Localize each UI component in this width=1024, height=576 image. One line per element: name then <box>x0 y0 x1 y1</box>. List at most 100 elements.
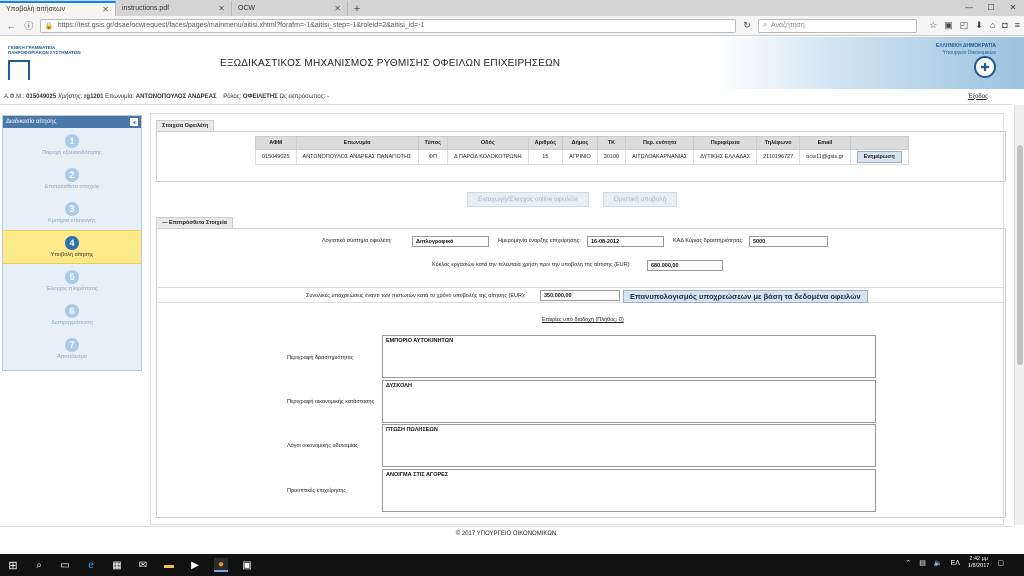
additional-section: — Επιπρόσθετα Στοιχεία Λογιστικό σύστημα… <box>156 217 1006 518</box>
edge-icon[interactable]: e <box>84 558 98 572</box>
info-icon[interactable]: ⓘ <box>22 19 36 33</box>
as-rep-value: - <box>327 93 330 100</box>
turnover-field[interactable]: 680.000,00 <box>647 260 723 271</box>
debtor-section-title: Στοιχεία Οφειλέτη <box>156 120 215 131</box>
close-icon[interactable]: ✕ <box>334 4 341 13</box>
reading-list-icon[interactable]: ▣ <box>944 20 953 31</box>
col-header: Περιφέρεια <box>693 136 758 150</box>
import-debts-button[interactable]: Εισαγωγή/Έλεγχος online οφειλών <box>467 192 589 207</box>
role-label: Ρόλος: <box>223 93 242 100</box>
reload-icon[interactable]: ↻ <box>740 19 754 33</box>
firefox-icon[interactable]: ● <box>214 558 228 572</box>
volume-icon[interactable]: 🔈 <box>934 559 943 567</box>
browser-tab-instructions[interactable]: instructions.pdf ✕ <box>116 1 232 16</box>
page-title: ΕΞΩΔΙΚΑΣΤΙΚΟΣ ΜΗΧΑΝΙΣΜΟΣ ΡΥΘΜΙΣΗΣ ΟΦΕΙΛΩ… <box>220 58 561 69</box>
step-label: Παροχή εξουσιοδότησης <box>42 150 102 156</box>
reasons-textarea[interactable]: ΠΤΩΣΗ ΠΩΛΗΣΕΩΝ <box>382 424 876 467</box>
update-button[interactable]: Ενημέρωση <box>856 151 902 163</box>
step-4[interactable]: 4 Υποβολή αίτησης <box>3 230 141 264</box>
search-placeholder: Αναζήτηση <box>770 22 805 29</box>
language-icon[interactable]: ΕΛ <box>951 560 960 567</box>
successor-companies-link[interactable]: Εταιρίες υπό διαδοχή (Πλήθος: 0) <box>542 317 624 323</box>
name-value: ΑΝΤΩΝΟΠΟΥΛΟΣ ΑΝΔΡΕΑΣ <box>135 93 217 100</box>
logout-link[interactable]: Έξοδος <box>968 94 988 100</box>
obligations-row: Συνολικές υποχρεώσεις έναντι των πιστωτώ… <box>158 287 1006 303</box>
close-icon[interactable]: ✕ <box>102 5 109 14</box>
browser-tab-ocw[interactable]: OCW ✕ <box>232 1 348 16</box>
activity-textarea[interactable]: ΕΜΠΟΡΙΟ ΑΥΤΟΚΙΝΗΤΩΝ <box>382 335 876 378</box>
url-bar[interactable]: 🔒 https://test.gsis.gr/dsae/ocwrequest/f… <box>39 18 737 33</box>
prospects-label: Προοπτικές επιχείρησης <box>287 488 347 494</box>
user-info-bar: Α.Φ.Μ.: 015049025 Χρήστης: rg1201 Επωνυμ… <box>0 89 1012 105</box>
accounting-system-field[interactable]: Διπλογραφικό <box>412 236 489 247</box>
store-icon[interactable]: ▦ <box>110 558 124 572</box>
kad-field[interactable]: 5000 <box>749 236 828 247</box>
search-icon[interactable]: ⌕ <box>32 558 46 572</box>
app-icon[interactable]: ▣ <box>240 558 254 572</box>
menu-icon[interactable]: ≡ <box>1015 20 1020 31</box>
close-icon[interactable]: ✕ <box>218 4 225 13</box>
col-header: Οδός <box>446 136 529 150</box>
col-header: Τηλέφωνο <box>756 136 801 150</box>
media-icon[interactable]: ▶ <box>188 558 202 572</box>
maximize-icon[interactable]: ☐ <box>980 0 1002 14</box>
total-obligations-field[interactable]: 350.000,00 <box>540 290 620 301</box>
bookmark-star-icon[interactable]: ☆ <box>929 20 937 31</box>
clock-date: 1/8/2017 <box>967 563 990 570</box>
task-view-icon[interactable]: ▭ <box>58 558 72 572</box>
step-7[interactable]: 7 Αποτέλεσμα <box>3 332 141 366</box>
download-icon[interactable]: ⬇ <box>975 20 983 31</box>
gov-line-1: ΕΛΛΗΝΙΚΗ ΔΗΜΟΚΡΑΤΙΑ <box>935 43 996 49</box>
chevron-up-icon[interactable]: ⌃ <box>905 559 911 567</box>
browser-tab-requests[interactable]: Υποβολή αιτήσεων ✕ <box>0 1 116 16</box>
back-icon[interactable]: ← <box>4 19 18 33</box>
col-header: Αριθμός <box>527 136 564 150</box>
mail-icon[interactable]: ✉ <box>136 558 150 572</box>
user-value: rg1201 <box>84 93 104 100</box>
additional-section-title[interactable]: — Επιπρόσθετα Στοιχεία <box>156 217 234 228</box>
new-tab-button[interactable]: + <box>348 1 366 16</box>
start-date-field[interactable]: 16-08-2012 <box>587 236 664 247</box>
network-icon[interactable]: ▤ <box>919 559 926 567</box>
windows-start-icon[interactable]: ⊞ <box>6 558 20 572</box>
step-6[interactable]: 6 Διαπραγμάτευση <box>3 298 141 332</box>
step-1[interactable]: 1 Παροχή εξουσιοδότησης <box>3 128 141 162</box>
debtor-section: Στοιχεία Οφειλέτη ΑΦΜ Επωνυμία Τύπος Οδό… <box>156 120 1006 182</box>
folder-icon[interactable]: ▬ <box>162 558 176 572</box>
prospects-textarea[interactable]: ΑΝΟΙΓΜΑ ΣΤΙΣ ΑΓΟΡΕΣ <box>382 469 876 512</box>
financial-status-textarea[interactable]: ΔΥΣΚΟΛΗ <box>382 380 876 423</box>
cell-number: 15 <box>527 149 564 165</box>
step-5[interactable]: 5 Έλεγχος πληρότητας <box>3 264 141 298</box>
pocket-icon[interactable]: ◰ <box>960 20 969 31</box>
toolbar-icons: ☆ ▣ ◰ ⬇ ⌂ ◘ ≡ <box>929 20 1020 31</box>
minimize-icon[interactable]: — <box>958 0 980 14</box>
home-icon[interactable]: ⌂ <box>990 20 995 31</box>
total-obligations-label: Συνολικές υποχρεώσεις έναντι των πιστωτώ… <box>306 293 526 299</box>
lock-icon: 🔒 <box>44 22 54 30</box>
collapse-icon[interactable]: ◂ <box>130 118 138 126</box>
recalculate-obligations-button[interactable]: Επανυπολογισμός υποχρεώσεων με βάση τα δ… <box>623 290 868 303</box>
col-header: Περ. ενότητα <box>625 136 695 150</box>
step-number: 3 <box>65 202 79 216</box>
step-2[interactable]: 2 Επιπρόσθετα στοιχεία <box>3 162 141 196</box>
scrollbar-thumb[interactable] <box>1017 145 1023 365</box>
browser-tab-bar: Υποβολή αιτήσεων ✕ instructions.pdf ✕ OC… <box>0 0 1024 16</box>
greek-emblem-icon: ✚ <box>974 56 996 78</box>
page-scrollbar[interactable] <box>1014 105 1024 525</box>
as-rep-label: Ως εκπρόσωπος: <box>279 93 326 100</box>
financial-status-label: Περιγραφή οικονομικής κατάστασης <box>287 399 375 405</box>
tab-label: instructions.pdf <box>122 5 170 12</box>
notifications-icon[interactable]: ▢ <box>997 559 1004 567</box>
clock[interactable]: 2:42 μμ 1/8/2017 <box>968 556 989 570</box>
search-input[interactable]: ⌕ Αναζήτηση <box>758 18 918 33</box>
reasons-label: Λόγοι οικονομικής αδυναμίας <box>287 443 358 449</box>
sidebar-title: Διαδικασία αίτησης <box>6 119 57 125</box>
close-window-icon[interactable]: ✕ <box>1002 0 1024 14</box>
government-logo: ΕΛΛΗΝΙΚΗ ΔΗΜΟΚΡΑΤΙΑ Υπουργείο Οικονομικώ… <box>936 43 996 56</box>
gsis-building-icon <box>8 59 30 80</box>
final-submit-button[interactable]: Οριστική υποβολή <box>602 192 678 207</box>
gsis-logo: ΓΕΝΙΚΗ ΓΡΑΜΜΑΤΕΙΑ ΠΛΗΡΟΦΟΡΙΑΚΩΝ ΣΥΣΤΗΜΑΤ… <box>8 45 108 80</box>
cell-afm: 015049025 <box>255 149 297 165</box>
shield-icon[interactable]: ◘ <box>1002 20 1007 31</box>
step-3[interactable]: 3 Κριτήρια υπαγωγής <box>3 196 141 230</box>
